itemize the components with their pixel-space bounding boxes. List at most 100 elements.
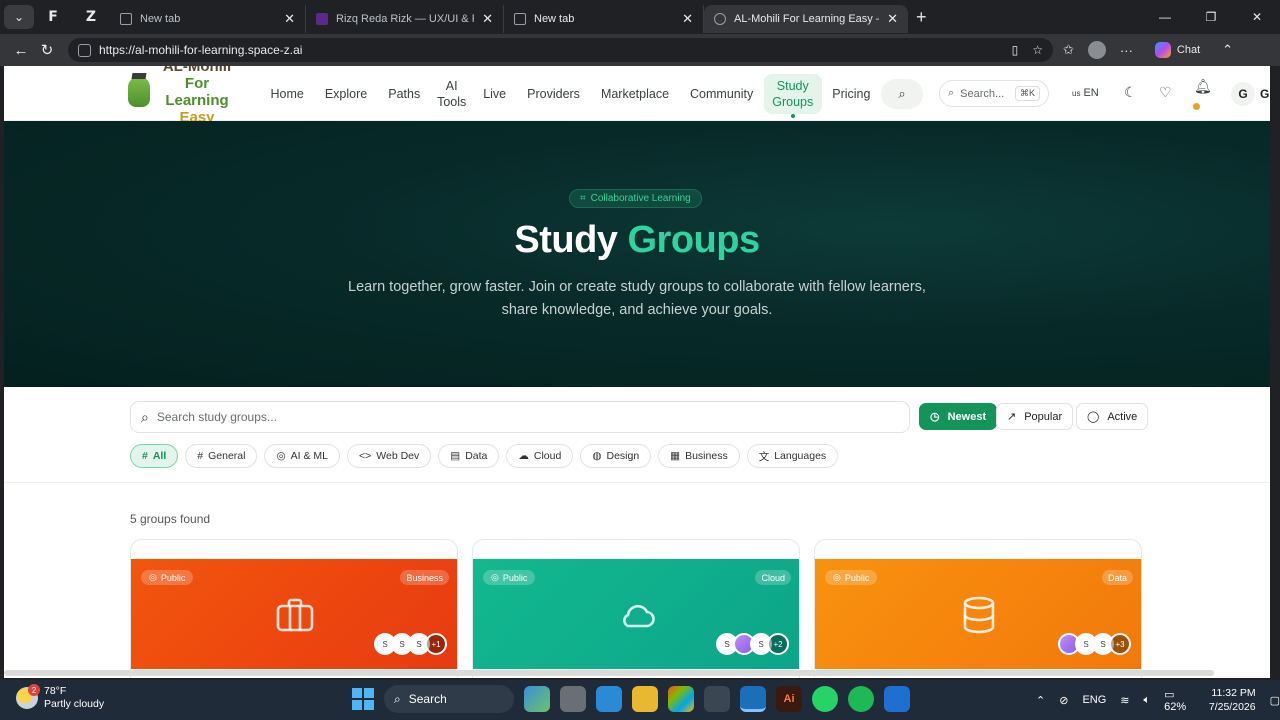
close-window-icon[interactable]: ✕ [1234, 0, 1280, 34]
group-card[interactable]: ◎ Public Data S S +3 [814, 539, 1142, 678]
pinned-tab-z[interactable]: Z [72, 0, 110, 34]
close-tab-icon[interactable]: ✕ [284, 11, 295, 27]
close-tab-icon[interactable]: ✕ [887, 11, 898, 27]
trending-up-icon: ↗ [1007, 411, 1017, 423]
profile-avatar[interactable] [1087, 41, 1106, 59]
edge-browser-icon[interactable] [740, 686, 766, 712]
more-options-icon[interactable]: ··· [1120, 43, 1133, 58]
sort-active-button[interactable]: ◯ Active [1076, 403, 1149, 430]
card-banner: ◎ Public Cloud S S +2 [473, 559, 799, 669]
heart-icon[interactable]: ♡ [1159, 84, 1172, 101]
favorites-icon[interactable]: ✩ [1063, 42, 1074, 58]
spotify-icon[interactable] [848, 686, 874, 712]
nav-community[interactable]: Community [680, 86, 764, 102]
sort-newest-button[interactable]: ◷ Newest [919, 403, 998, 430]
sidebar-collapse-icon[interactable]: ⌃ [1222, 42, 1233, 58]
system-clock[interactable]: 11:32 PM 7/25/2026 [1209, 686, 1256, 714]
visibility-badge: ◎ Public [141, 570, 194, 585]
favorite-star-icon[interactable]: ☆ [1032, 43, 1043, 57]
sort-popular-button[interactable]: ↗ Popular [996, 403, 1074, 430]
search-toggle-button[interactable]: ⌕ [881, 79, 923, 109]
new-tab-icon [120, 13, 132, 25]
visibility-badge: ◎ Public [825, 570, 878, 585]
category-badge: Business [400, 570, 449, 585]
chip-cloud[interactable]: ☁ Cloud [506, 444, 574, 468]
battery-level[interactable]: ▭ 62% [1164, 688, 1189, 713]
moon-icon[interactable]: ☾ [1124, 84, 1137, 101]
nav-explore[interactable]: Explore [314, 86, 377, 102]
globe-icon: ◎ [149, 572, 157, 582]
chip-all[interactable]: # All [130, 444, 179, 468]
chip-data[interactable]: ▤ Data [438, 444, 500, 468]
site-logo[interactable]: AL-Mohili For Learning Easy [128, 66, 238, 126]
database-icon [963, 596, 995, 634]
search-icon: ⌕ [394, 691, 401, 706]
reader-mode-icon[interactable]: ▯ [1012, 43, 1019, 57]
group-card[interactable]: ◎ Public Cloud S S +2 [472, 539, 800, 678]
tray-expand-icon[interactable]: ⌃ [1036, 694, 1045, 707]
photos-app-icon[interactable] [668, 686, 694, 712]
group-search-input[interactable] [156, 410, 899, 424]
site-search-box[interactable]: ⌕ Search... ⌘K [939, 80, 1049, 107]
reload-icon[interactable]: ↻ [34, 41, 60, 59]
user-avatar[interactable]: G [1231, 82, 1255, 106]
mic-muted-icon[interactable]: ⊘ [1059, 694, 1068, 707]
weather-widget[interactable]: 2 78°F Partly cloudy [16, 684, 104, 711]
site-header: AL-Mohili For Learning Easy Home Explore… [4, 66, 1270, 126]
nav-live[interactable]: Live [473, 86, 517, 102]
nav-study-groups[interactable]: Study Groups [763, 73, 822, 118]
group-card[interactable]: ◎ Public Business S S S +1 [130, 539, 458, 678]
url-field[interactable]: https://al-mohili-for-learning.space-z.a… [68, 38, 1053, 62]
chip-design[interactable]: ◍ Design [580, 444, 652, 468]
address-bar-row: ← ↻ https://al-mohili-for-learning.space… [0, 34, 1280, 66]
horizontal-scrollbar[interactable] [4, 670, 1214, 676]
copilot-chat-button[interactable]: Chat [1147, 39, 1208, 61]
tab-rizq-reda[interactable]: Rizq Reda Rizk — UX/UI & Product ✕ [306, 5, 504, 33]
tab-new-tab-2[interactable]: New tab ✕ [504, 5, 704, 33]
whatsapp-icon[interactable] [812, 686, 838, 712]
chip-general[interactable]: # General [185, 444, 258, 468]
site-info-icon[interactable] [78, 43, 91, 57]
notification-dot [1193, 103, 1200, 110]
copilot-app-icon[interactable] [596, 686, 622, 712]
file-explorer-icon[interactable] [632, 686, 658, 712]
chip-languages[interactable]: 文 Languages [746, 444, 839, 468]
nav-home[interactable]: Home [260, 86, 314, 102]
illustrator-app-icon[interactable]: Ai [776, 686, 802, 712]
tab-al-mohili[interactable]: AL-Mohili For Learning Easy — Ent ✕ [704, 5, 908, 33]
chip-web-dev[interactable]: <> Web Dev [347, 444, 432, 468]
cloud-icon: ☁ [518, 450, 529, 462]
tab-actions-menu-button[interactable]: ⌄ [4, 5, 34, 29]
tab-new-tab-1[interactable]: New tab ✕ [110, 5, 306, 33]
pinned-tab-framer[interactable]: F [34, 0, 72, 34]
minimize-icon[interactable]: — [1142, 0, 1188, 34]
back-arrow-icon[interactable]: ← [8, 42, 34, 59]
store-app-icon[interactable] [704, 686, 730, 712]
bell-icon[interactable]: 🔔︎ [1194, 78, 1212, 95]
widgets-app-icon[interactable] [524, 686, 550, 712]
chip-ai-ml[interactable]: ◎ AI & ML [264, 444, 340, 468]
close-tab-icon[interactable]: ✕ [682, 11, 693, 27]
task-view-icon[interactable] [560, 686, 586, 712]
windows-start-icon[interactable] [352, 688, 374, 710]
chip-business[interactable]: ▦ Business [658, 444, 740, 468]
group-search-box[interactable]: ⌕ [130, 401, 910, 433]
taskbar-search[interactable]: ⌕ Search [384, 685, 514, 713]
nav-paths[interactable]: Paths [378, 86, 431, 102]
notifications-icon[interactable]: ▢ [1270, 694, 1280, 707]
linear-app-icon[interactable] [884, 686, 910, 712]
close-tab-icon[interactable]: ✕ [482, 11, 493, 27]
member-avatars: S S S +1 [374, 633, 447, 655]
nav-marketplace[interactable]: Marketplace [590, 86, 679, 102]
site-favicon-icon [316, 13, 328, 25]
language-switcher[interactable]: us EN [1072, 87, 1099, 99]
database-icon: ▤ [450, 450, 461, 462]
new-tab-button[interactable]: + [916, 7, 927, 28]
maximize-icon[interactable]: ❐ [1188, 0, 1234, 34]
volume-icon[interactable]: 🔈︎ [1144, 694, 1151, 707]
nav-pricing[interactable]: Pricing [822, 86, 881, 102]
nav-providers[interactable]: Providers [517, 86, 591, 102]
wifi-icon[interactable]: ≋ [1120, 694, 1129, 707]
input-language[interactable]: ENG [1082, 694, 1106, 706]
nav-ai-tools[interactable]: AI Tools [431, 78, 473, 110]
